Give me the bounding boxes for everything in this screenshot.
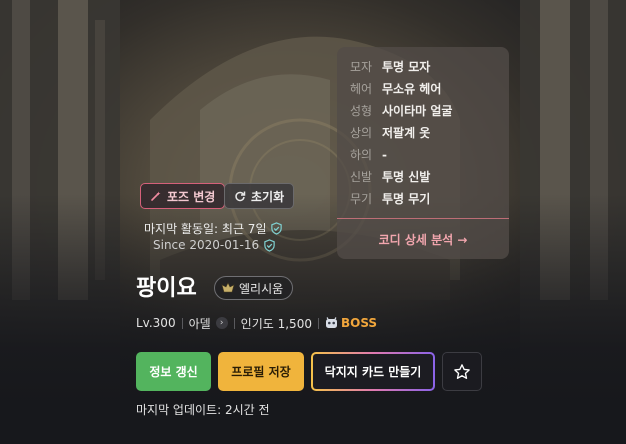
- refresh-info-button[interactable]: 정보 갱신: [136, 352, 211, 391]
- coordi-slot: 상의: [350, 126, 373, 140]
- reset-button[interactable]: 초기화: [224, 183, 295, 209]
- coordi-row-bottom: 하의 -: [350, 146, 387, 163]
- divider: [317, 317, 319, 329]
- coordi-slot: 신발: [350, 170, 373, 184]
- character-profile-panel: 모자 투명 모자 헤어 무소유 헤어 성형 사이타마 얼굴 상의 저팔계 옷 하의 - 신…: [0, 0, 626, 444]
- save-profile-button[interactable]: 프로필 저장: [218, 352, 304, 391]
- boss-label: BOSS: [340, 316, 378, 330]
- coordi-value: 무소유 헤어: [382, 82, 442, 96]
- verified-check-icon: [264, 238, 275, 252]
- coordi-panel: 모자 투명 모자 헤어 무소유 헤어 성형 사이타마 얼굴 상의 저팔계 옷 하의 - 신…: [337, 47, 509, 259]
- boss-icon: [325, 317, 337, 328]
- coordi-row-face: 성형 사이타마 얼굴: [350, 102, 452, 119]
- make-card-button[interactable]: 닥지지 카드 만들기: [311, 352, 435, 391]
- character-info-line: Lv.300 아델 › 인기도 1,500 BOSS: [136, 315, 377, 331]
- coordi-divider: [337, 218, 509, 219]
- pose-change-button[interactable]: 포즈 변경: [140, 183, 226, 209]
- coordi-row-shoes: 신발 투명 신발: [350, 168, 430, 185]
- coordi-value: 투명 모자: [382, 60, 431, 74]
- reset-label: 초기화: [251, 189, 285, 204]
- divider: [233, 317, 235, 329]
- character-popularity: 인기도 1,500: [240, 316, 312, 331]
- last-active: 마지막 활동일: 최근 7일: [144, 220, 283, 237]
- guild-emblem-icon: [221, 282, 235, 293]
- character-level: Lv.300: [136, 316, 176, 330]
- boss-badge: BOSS: [325, 316, 377, 330]
- coordi-value: 저팔계 옷: [382, 126, 431, 140]
- coordi-value: 투명 무기: [382, 192, 431, 206]
- guild-badge[interactable]: 엘리시움: [214, 276, 294, 300]
- coordi-slot: 모자: [350, 60, 373, 74]
- coordi-slot: 하의: [350, 148, 373, 162]
- last-active-text: 마지막 활동일: 최근 7일: [144, 222, 267, 236]
- coordi-slot: 무기: [350, 192, 373, 206]
- coordi-value: -: [382, 148, 387, 162]
- star-icon: [454, 363, 470, 379]
- coordi-row-top: 상의 저팔계 옷: [350, 124, 430, 141]
- last-update-text: 마지막 업데이트: 2시간 전: [136, 403, 270, 417]
- refresh-icon: [235, 191, 246, 202]
- coordi-row-weapon: 무기 투명 무기: [350, 190, 430, 207]
- favorite-button[interactable]: [442, 352, 482, 391]
- chevron-right-icon[interactable]: ›: [215, 317, 228, 329]
- coordi-detail-link[interactable]: 코디 상세 분석 →: [337, 231, 509, 248]
- divider: [181, 317, 183, 329]
- coordi-row-hair: 헤어 무소유 헤어: [350, 80, 441, 97]
- coordi-slot: 헤어: [350, 82, 373, 96]
- coordi-value: 사이타마 얼굴: [382, 104, 453, 118]
- since-date: Since 2020-01-16: [153, 238, 276, 252]
- guild-name: 엘리시움: [239, 281, 284, 296]
- pose-edit-icon: [151, 191, 161, 201]
- character-job: 아델: [188, 316, 211, 331]
- verified-check-icon: [271, 222, 283, 235]
- since-date-text: Since 2020-01-16: [153, 238, 260, 252]
- coordi-slot: 성형: [350, 104, 373, 118]
- pose-change-label: 포즈 변경: [167, 189, 216, 204]
- coordi-value: 투명 신발: [382, 170, 431, 184]
- character-name: 팡이요: [136, 276, 197, 301]
- coordi-row-hat: 모자 투명 모자: [350, 58, 430, 75]
